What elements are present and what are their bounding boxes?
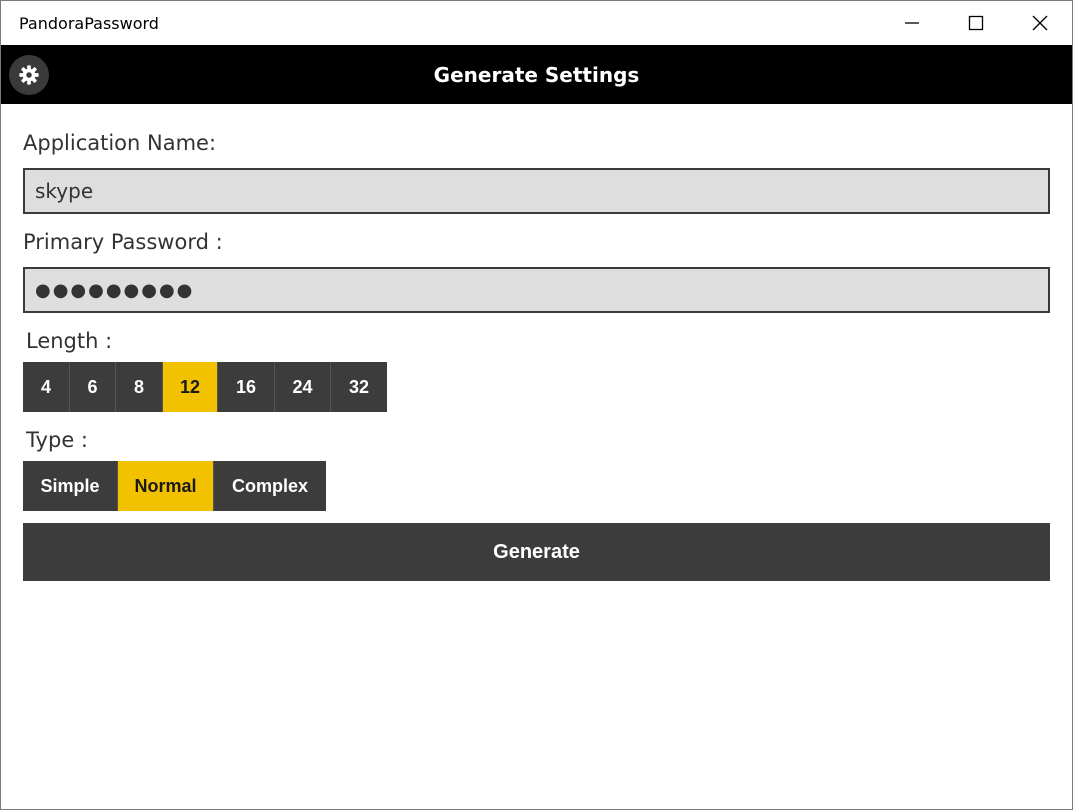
type-option-complex[interactable]: Complex (214, 461, 326, 511)
app-name-input[interactable]: skype (23, 168, 1050, 214)
minimize-icon (905, 22, 919, 24)
length-selector: 4 6 8 12 16 24 32 (23, 362, 387, 412)
length-option-24[interactable]: 24 (275, 362, 331, 412)
length-option-6[interactable]: 6 (70, 362, 116, 412)
app-window: PandoraPassword Generate Settings Applic… (0, 0, 1073, 810)
page-header: Generate Settings (1, 45, 1072, 104)
settings-form: Application Name: skype Primary Password… (1, 129, 1072, 581)
minimize-button[interactable] (880, 1, 944, 45)
password-label: Primary Password : (23, 230, 223, 254)
title-bar: PandoraPassword (1, 1, 1072, 45)
maximize-button[interactable] (944, 1, 1008, 45)
window-title: PandoraPassword (19, 13, 159, 33)
length-option-32[interactable]: 32 (331, 362, 387, 412)
maximize-icon (968, 15, 984, 31)
page-title: Generate Settings (433, 62, 640, 87)
length-option-8[interactable]: 8 (116, 362, 163, 412)
length-label: Length : (26, 329, 113, 353)
type-option-simple[interactable]: Simple (23, 461, 118, 511)
password-input[interactable]: ●●●●●●●●● (23, 267, 1050, 313)
close-icon (1032, 15, 1048, 31)
settings-button[interactable] (9, 55, 49, 95)
generate-button[interactable]: Generate (23, 523, 1050, 581)
type-label: Type : (26, 428, 88, 452)
gear-icon (19, 65, 39, 85)
close-button[interactable] (1008, 1, 1072, 45)
length-option-12[interactable]: 12 (163, 362, 218, 412)
length-option-16[interactable]: 16 (218, 362, 275, 412)
type-selector: Simple Normal Complex (23, 461, 326, 511)
app-name-label: Application Name: (23, 131, 217, 155)
length-option-4[interactable]: 4 (23, 362, 70, 412)
type-option-normal[interactable]: Normal (118, 461, 214, 511)
password-masked-value: ●●●●●●●●● (35, 279, 195, 301)
app-name-value: skype (35, 179, 94, 203)
